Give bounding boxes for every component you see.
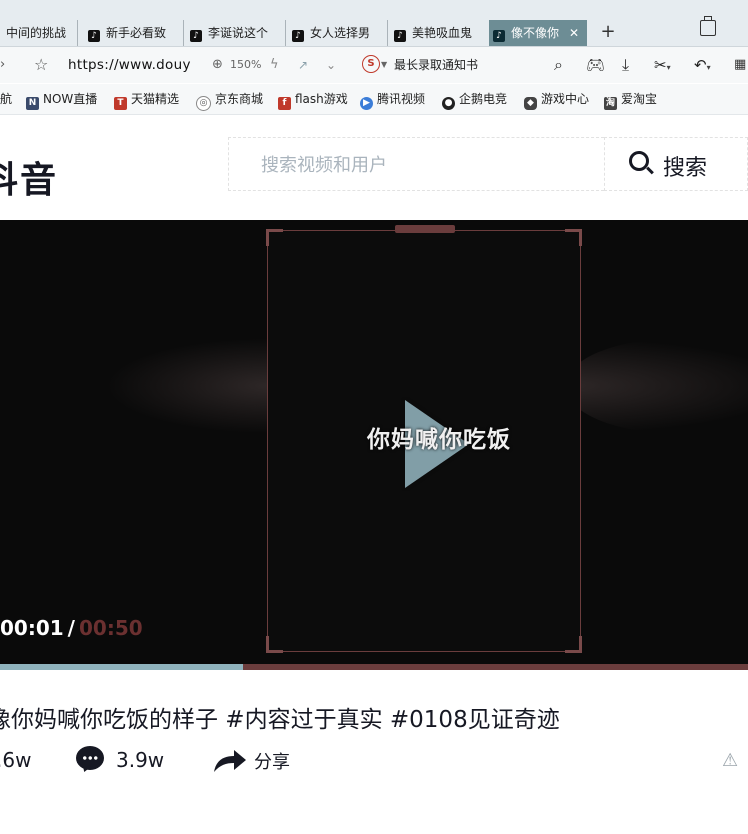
bookmark-item[interactable]: N NOW直播 (26, 91, 97, 110)
tab-label: 美艳吸血鬼 (412, 26, 473, 40)
bookmark-label: 爱淘宝 (621, 92, 658, 106)
globe-icon: ◎ (196, 96, 211, 111)
browser-tab[interactable]: ♪ 李诞说这个 (186, 20, 286, 46)
bookmark-item[interactable]: ▶ 腾讯视频 (360, 91, 425, 110)
frame-corner (565, 636, 582, 653)
undo-icon[interactable]: ↶▾ (694, 56, 711, 77)
zoom-icon[interactable]: ⊕ (212, 56, 223, 74)
tiktok-icon: ♪ (190, 30, 202, 42)
penguin-icon: ● (442, 97, 455, 110)
frame-corner (565, 229, 582, 246)
bookmark-item[interactable]: 淘爱淘宝 (604, 91, 657, 110)
like-count[interactable]: .6w (0, 748, 31, 772)
search-icon (629, 151, 649, 171)
search-suggestion[interactable]: 最长录取通知书 (394, 56, 478, 74)
tab-label: 女人选择男 (310, 26, 371, 40)
zoom-level[interactable]: 150% (230, 56, 261, 74)
tiktok-icon: ♪ (394, 30, 406, 42)
background-glow (565, 338, 748, 434)
now-live-icon: N (26, 97, 39, 110)
search-input[interactable] (259, 152, 593, 178)
douyin-logo[interactable]: 抖音 (0, 151, 58, 203)
search-box (228, 137, 604, 191)
bookmark-label: flash游戏 (295, 92, 348, 106)
video-stats: .6w 3.9w 分享 ⚠ (0, 744, 748, 780)
frame-notch (395, 225, 455, 233)
taobao-icon: 淘 (604, 97, 617, 110)
frame-corner (266, 636, 283, 653)
progress-fill (0, 664, 244, 670)
time-separator: / (67, 616, 75, 640)
comment-count[interactable]: 3.9w (116, 748, 164, 772)
video-title: 像你妈喊你吃饭的样子 #内容过于真实 #0108见证奇迹 (0, 707, 560, 733)
bookmark-item[interactable]: f flash游戏 (278, 91, 348, 110)
bookmark-label: 企鹅电竞 (459, 92, 508, 106)
browser-tab[interactable]: ♪ 新手必看致 (84, 20, 184, 46)
tshirt-icon[interactable] (700, 16, 716, 36)
tab-label: 李诞说这个 (208, 26, 269, 40)
game-center-icon: ◆ (524, 97, 537, 110)
report-warning-icon[interactable]: ⚠ (722, 750, 738, 771)
browser-tab[interactable]: ♪ 美艳吸血鬼 (390, 20, 490, 46)
tiktok-icon: ♪ (88, 30, 100, 42)
current-time: 00:01 (0, 616, 64, 640)
comment-icon[interactable] (76, 746, 104, 770)
close-tab-icon[interactable]: ✕ (569, 20, 579, 46)
gamepad-icon[interactable]: 🎮︎ (586, 56, 605, 74)
apps-grid-icon[interactable]: ▦ (734, 56, 746, 74)
browser-tab-active[interactable]: ♪ 像不像你 ✕ (489, 20, 587, 46)
flash-game-icon: f (278, 97, 291, 110)
bookmark-label: 航 (0, 92, 13, 106)
browser-tab-strip: 中间的挑战 ♪ 新手必看致 ♪ 李诞说这个 ♪ 女人选择男 ♪ 美艳吸血鬼 ♪ 像不像你 … (0, 0, 748, 47)
video-caption: 你妈喊你吃饭 (367, 427, 511, 453)
address-bar: › ☆ https://www.douy ⊕ 150% ϟ ↗ ⌄ S ▼ 最长… (0, 47, 748, 83)
download-icon[interactable]: ⤓ (622, 56, 629, 74)
share-icon[interactable] (212, 748, 248, 774)
tiktok-icon: ♪ (493, 30, 505, 42)
tab-label: 中间的挑战 (6, 26, 67, 40)
chevron-down-icon[interactable]: ⌄ (326, 56, 336, 74)
duration: 00:50 (78, 616, 143, 640)
search-button[interactable]: 搜索 (604, 137, 748, 191)
bookmark-label: 天猫精选 (131, 92, 180, 106)
bookmark-label: 游戏中心 (541, 92, 590, 106)
share-page-icon[interactable]: ↗ (298, 56, 308, 74)
share-button[interactable]: 分享 (254, 748, 290, 774)
bookmark-item[interactable]: T 天猫精选 (114, 91, 179, 110)
search-icon[interactable]: ⌕ (554, 56, 563, 74)
browser-tab[interactable]: ♪ 女人选择男 (288, 20, 388, 46)
video-player[interactable]: 你妈喊你吃饭 00:01/00:50 (0, 220, 748, 670)
site-header: 抖音 搜索 (0, 115, 748, 220)
search-button-label: 搜索 (663, 156, 708, 181)
tab-label: 像不像你 (511, 26, 560, 40)
bookmark-label: 京东商城 (215, 92, 264, 106)
frame-corner (266, 229, 283, 246)
browser-tab[interactable]: 中间的挑战 (0, 20, 78, 46)
star-icon[interactable]: ☆ (34, 56, 48, 74)
bookmarks-bar: 航 N NOW直播 T 天猫精选 ◎ 京东商城 f flash游戏 ▶ 腾讯视频 ● 企鹅电… (0, 84, 748, 115)
back-arrow-icon[interactable]: › (0, 56, 5, 74)
bookmark-label: NOW直播 (43, 92, 98, 106)
tencent-video-icon: ▶ (360, 97, 373, 110)
tiktok-icon: ♪ (292, 30, 304, 42)
tmall-icon: T (114, 97, 127, 110)
search-engine-icon[interactable]: S (362, 55, 380, 73)
progress-bar[interactable] (0, 664, 748, 670)
scissors-icon[interactable]: ✂▾ (654, 56, 671, 77)
search-engine-dropdown-icon[interactable]: ▼ (381, 56, 387, 74)
new-tab-button[interactable]: + (598, 20, 618, 46)
playback-time: 00:01/00:50 (0, 616, 143, 640)
bookmark-item[interactable]: ● 企鹅电竞 (442, 91, 507, 110)
bookmark-item[interactable]: 航 (0, 91, 12, 107)
tab-label: 新手必看致 (106, 26, 167, 40)
bookmark-item[interactable]: ◆ 游戏中心 (524, 91, 589, 110)
bookmark-label: 腾讯视频 (377, 92, 426, 106)
url-field[interactable]: https://www.douy (68, 56, 191, 74)
lightning-icon[interactable]: ϟ (270, 56, 279, 74)
bookmark-item[interactable]: ◎ 京东商城 (196, 91, 263, 111)
